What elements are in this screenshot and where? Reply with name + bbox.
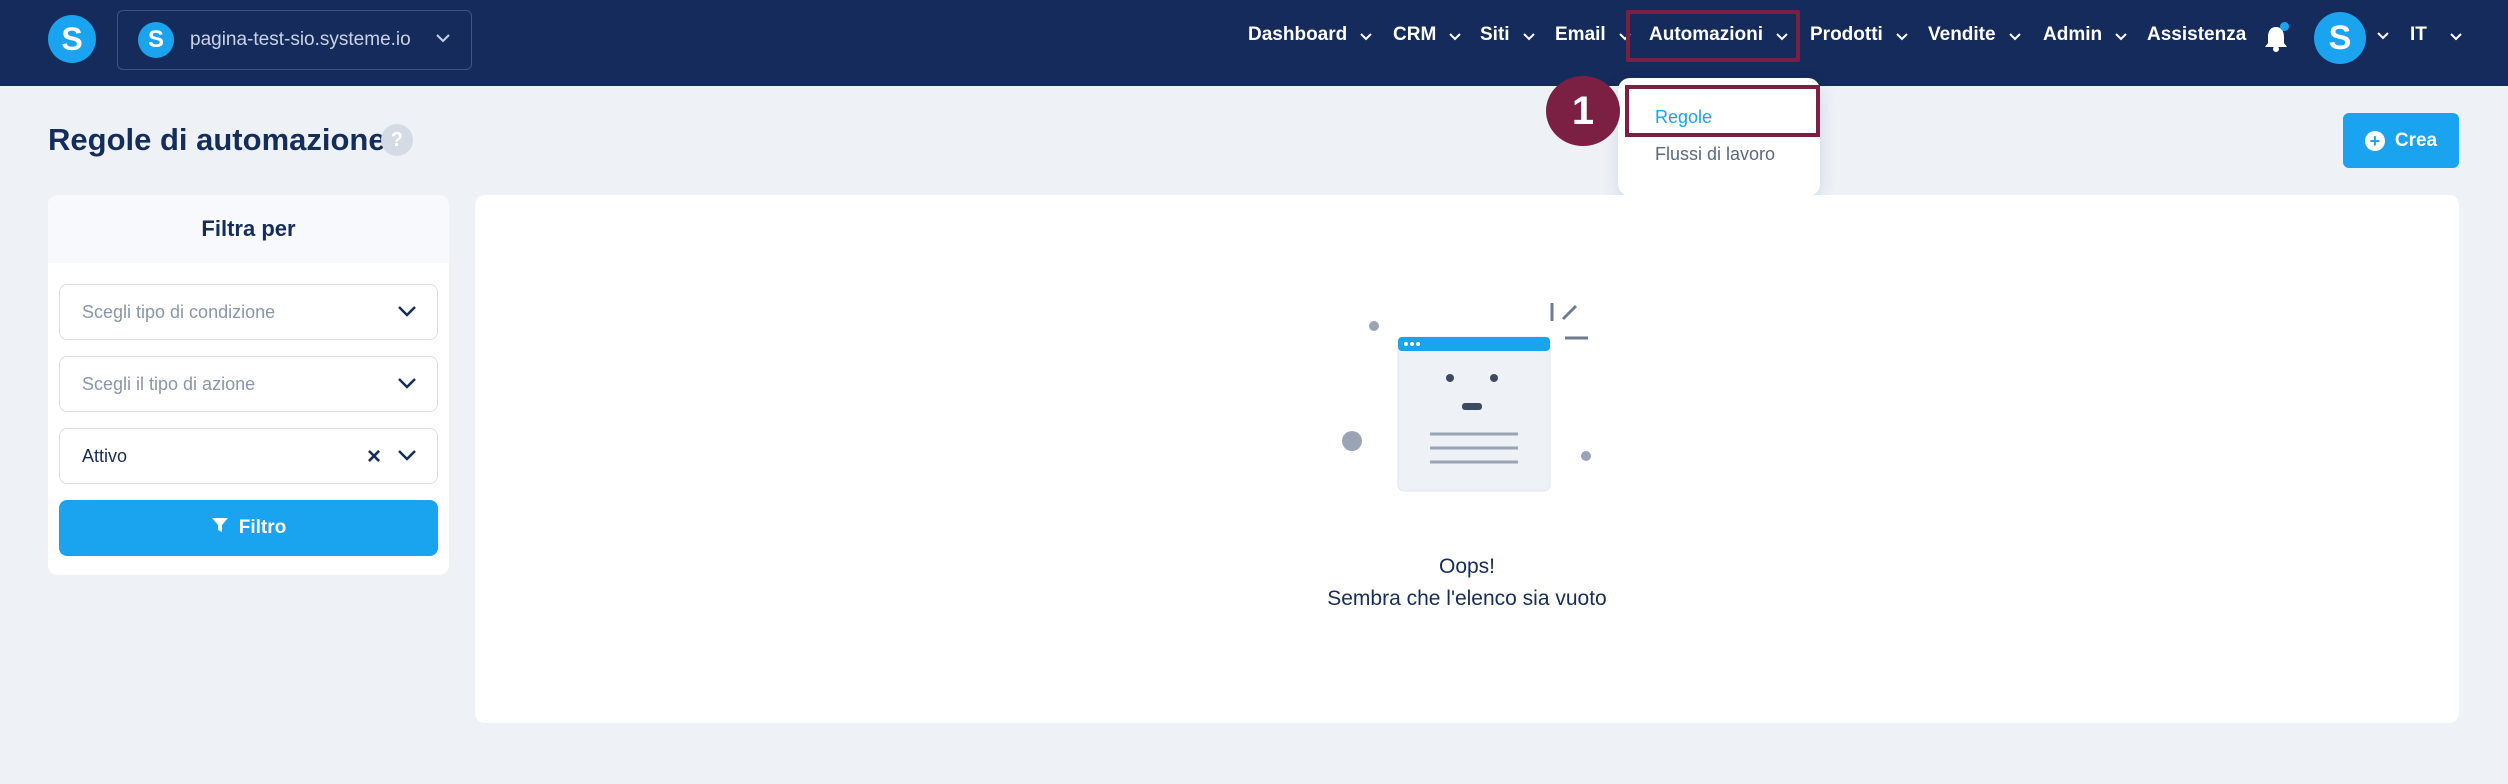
status-value: Attivo [82,445,128,466]
create-button-label: Crea [2394,129,2438,151]
site-selector[interactable]: S pagina-test-sio.systeme.io [117,10,472,70]
chevron-down-icon [435,33,451,43]
chevron-down-icon[interactable] [2376,0,2390,70]
menu-item-flussi-di-lavoro[interactable]: Flussi di lavoro [1655,144,1775,165]
plus-circle-icon: + [2364,130,2385,151]
nav-prodotti[interactable]: Prodotti [1810,0,1909,70]
chevron-down-icon [2008,32,2022,41]
chevron-down-icon [397,377,417,389]
empty-state-message: Sembra che l'elenco sia vuoto [1327,587,1607,610]
empty-list-illustration [1342,303,1591,492]
chevron-down-icon [2449,32,2463,41]
filter-button[interactable]: Filtro [59,500,438,556]
nav-siti[interactable]: Siti [1480,0,1536,70]
step-number-badge: 1 [1546,76,1620,146]
nav-prodotti-label: Prodotti [1810,24,1883,45]
condition-type-placeholder: Scegli tipo di condizione [82,301,276,322]
chevron-down-icon [1522,32,1536,41]
empty-state-title: Oops! [1438,555,1496,578]
chevron-down-icon [397,305,417,317]
language-label: IT [2410,24,2427,45]
highlight-box-automazioni [1626,10,1800,62]
site-logo-icon: S [138,22,174,58]
filter-heading: Filtra per [48,195,449,263]
systeme-logo[interactable]: S [48,15,96,63]
filter-button-label: Filtro [238,517,287,538]
help-icon[interactable]: ? [381,124,413,156]
nav-assistenza[interactable]: Assistenza [2147,0,2246,70]
nav-email[interactable]: Email [1555,0,1632,70]
user-avatar[interactable]: S [2314,12,2366,64]
nav-email-label: Email [1555,24,1606,45]
nav-vendite[interactable]: Vendite [1928,0,2022,70]
action-type-select[interactable]: Scegli il tipo di azione [59,356,438,412]
filter-panel: Filtra per Scegli tipo di condizione Sce… [48,195,449,575]
menu-item-regole[interactable]: Regole [1655,107,1712,128]
chevron-down-icon [1895,32,1909,41]
notification-badge [2280,22,2289,31]
create-button[interactable]: + Crea [2343,113,2459,168]
page-title: Regole di automazione [48,122,386,157]
chevron-down-icon [1359,32,1373,41]
nav-admin[interactable]: Admin [2043,0,2128,70]
nav-crm[interactable]: CRM [1393,0,1462,70]
nav-assistenza-label: Assistenza [2147,24,2247,45]
nav-dashboard-label: Dashboard [1248,24,1348,45]
funnel-icon [211,516,229,540]
nav-vendite-label: Vendite [1928,24,1996,45]
nav-admin-label: Admin [2043,24,2103,45]
chevron-down-icon [397,449,417,461]
language-selector[interactable]: IT [2410,0,2463,70]
nav-dashboard[interactable]: Dashboard [1248,0,1373,70]
nav-siti-label: Siti [1480,24,1510,45]
nav-crm-label: CRM [1393,24,1437,45]
status-select[interactable]: Attivo × [59,428,438,484]
chevron-down-icon [2114,32,2128,41]
action-type-placeholder: Scegli il tipo di azione [82,373,256,394]
condition-type-select[interactable]: Scegli tipo di condizione [59,284,438,340]
site-name: pagina-test-sio.systeme.io [190,29,411,50]
chevron-down-icon [1448,32,1462,41]
clear-icon[interactable]: × [367,443,381,471]
